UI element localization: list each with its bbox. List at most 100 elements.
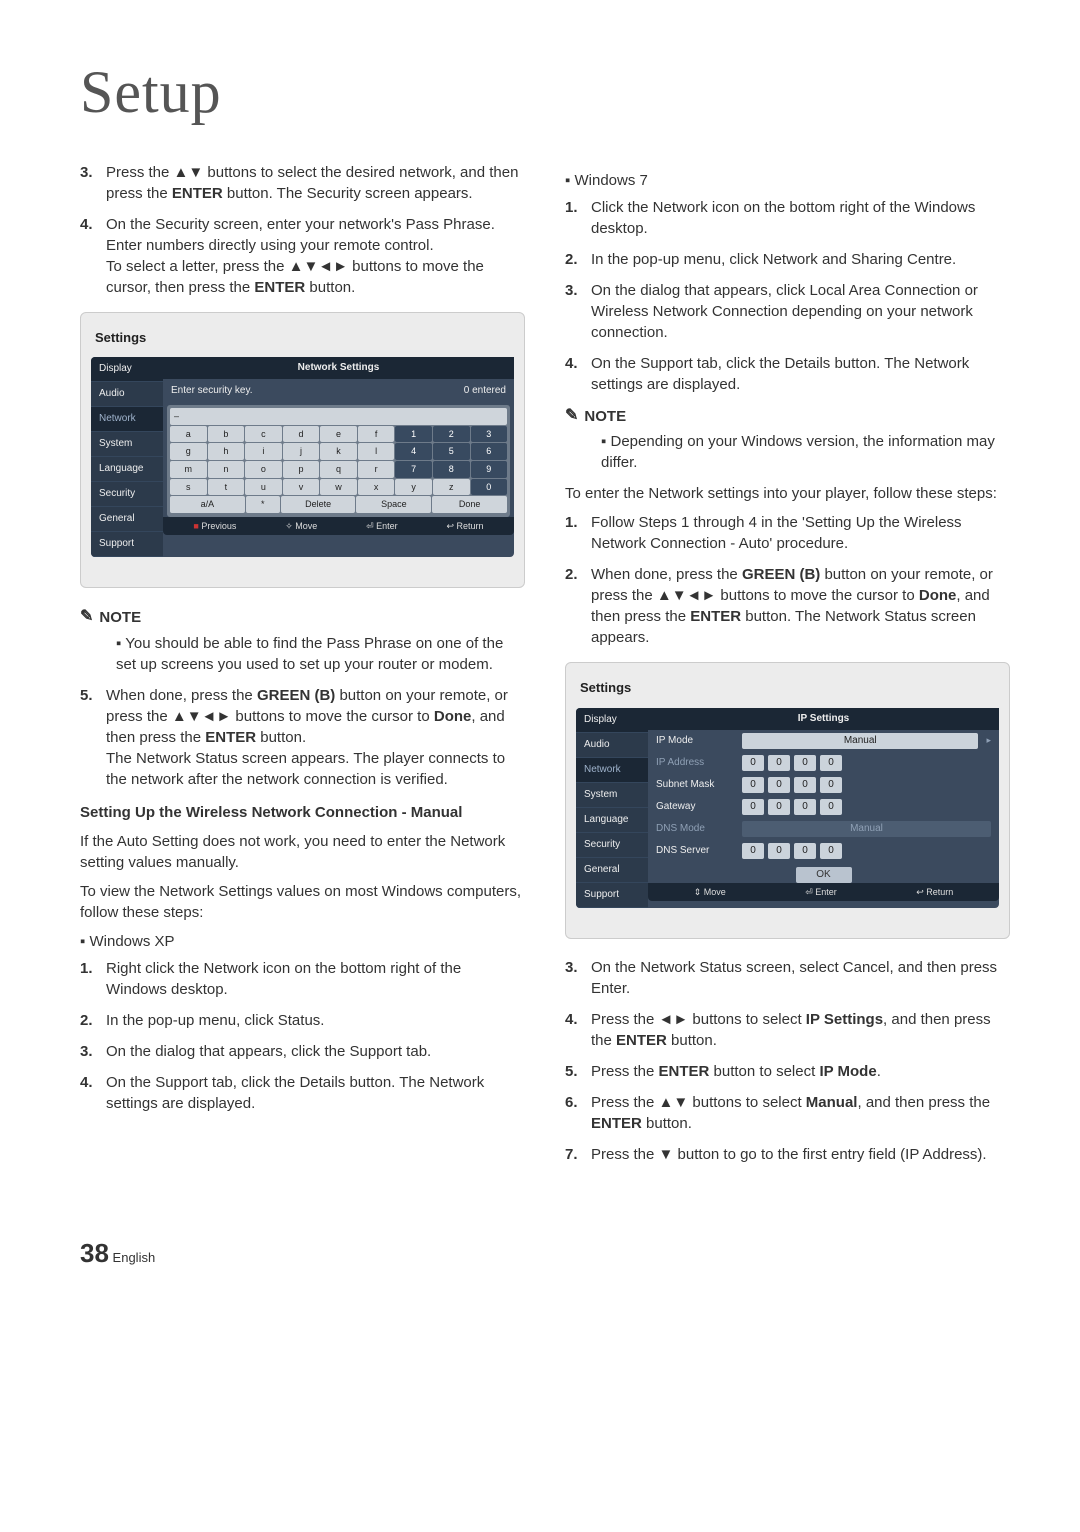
sidebar-item-audio[interactable]: Audio <box>91 382 163 407</box>
key-n[interactable]: n <box>208 461 245 478</box>
step-text: Press the ▲▼ buttons to select Manual, a… <box>591 1092 1010 1134</box>
key-t[interactable]: t <box>208 479 245 496</box>
dns-server-label: DNS Server <box>656 844 734 858</box>
os-heading: Windows 7 <box>565 170 1010 191</box>
dns-mode-value[interactable]: Manual <box>742 821 991 837</box>
settings-content: IP Settings IP Mode Manual ▸ IP Address … <box>648 708 999 908</box>
step-num: 4. <box>80 214 106 298</box>
section-subhead: Setting Up the Wireless Network Connecti… <box>80 802 525 823</box>
key-0[interactable]: 0 <box>471 479 508 496</box>
ip-mode-value[interactable]: Manual <box>742 733 978 749</box>
key-1[interactable]: 1 <box>395 426 432 443</box>
key-k[interactable]: k <box>320 443 357 460</box>
subnet-mask-boxes[interactable]: 0 0 0 0 <box>742 777 991 793</box>
key-s[interactable]: s <box>170 479 207 496</box>
sidebar-item-language[interactable]: Language <box>576 808 648 833</box>
step-text: On the dialog that appears, click Local … <box>591 280 1010 343</box>
gateway-label: Gateway <box>656 800 734 814</box>
key-space[interactable]: Space <box>356 496 431 513</box>
key-g[interactable]: g <box>170 443 207 460</box>
key-w[interactable]: w <box>320 479 357 496</box>
sidebar-item-display[interactable]: Display <box>576 708 648 733</box>
step-text: Press the ◄► buttons to select IP Settin… <box>591 1009 1010 1051</box>
key-q[interactable]: q <box>320 461 357 478</box>
note-item: You should be able to find the Pass Phra… <box>116 633 525 675</box>
key-e[interactable]: e <box>320 426 357 443</box>
action-enter: Enter <box>805 886 837 899</box>
key-delete[interactable]: Delete <box>281 496 356 513</box>
ip-mode-label: IP Mode <box>656 734 734 748</box>
sidebar-item-language[interactable]: Language <box>91 457 163 482</box>
sidebar-item-support[interactable]: Support <box>576 883 648 908</box>
key-h[interactable]: h <box>208 443 245 460</box>
content-header: IP Settings <box>648 708 999 730</box>
key-7[interactable]: 7 <box>395 461 432 478</box>
ok-button[interactable]: OK <box>796 867 852 883</box>
dns-server-boxes[interactable]: 0 0 0 0 <box>742 843 991 859</box>
sidebar-item-audio[interactable]: Audio <box>576 733 648 758</box>
key-3[interactable]: 3 <box>471 426 508 443</box>
sidebar-item-support[interactable]: Support <box>91 532 163 557</box>
key-o[interactable]: o <box>245 461 282 478</box>
ip-address-boxes[interactable]: 0 0 0 0 <box>742 755 991 771</box>
content-header: Network Settings <box>163 357 514 379</box>
key-sym[interactable]: * <box>246 496 280 513</box>
key-d[interactable]: d <box>283 426 320 443</box>
step-text: On the Support tab, click the Details bu… <box>591 353 1010 395</box>
key-2[interactable]: 2 <box>433 426 470 443</box>
key-a[interactable]: a <box>170 426 207 443</box>
step-text: On the Network Status screen, select Can… <box>591 957 1010 999</box>
key-l[interactable]: l <box>358 443 395 460</box>
sidebar-item-system[interactable]: System <box>91 432 163 457</box>
note-heading: ✎ NOTE <box>565 405 1010 427</box>
step-text: Press the ▲▼ buttons to select the desir… <box>106 162 525 204</box>
key-5[interactable]: 5 <box>433 443 470 460</box>
action-return: Return <box>916 886 953 899</box>
action-enter: Enter <box>366 520 398 533</box>
key-y[interactable]: y <box>395 479 432 496</box>
key-z[interactable]: z <box>433 479 470 496</box>
sidebar-item-security[interactable]: Security <box>91 482 163 507</box>
key-p[interactable]: p <box>283 461 320 478</box>
action-move: ⇕ Move <box>694 886 726 899</box>
key-v[interactable]: v <box>283 479 320 496</box>
key-b[interactable]: b <box>208 426 245 443</box>
key-f[interactable]: f <box>358 426 395 443</box>
key-case[interactable]: a/A <box>170 496 245 513</box>
note-icon: ✎ <box>565 405 578 427</box>
sidebar-item-network[interactable]: Network <box>576 758 648 783</box>
key-c[interactable]: c <box>245 426 282 443</box>
key-u[interactable]: u <box>245 479 282 496</box>
key-4[interactable]: 4 <box>395 443 432 460</box>
key-r[interactable]: r <box>358 461 395 478</box>
action-move: ✧ Move <box>285 520 317 533</box>
key-x[interactable]: x <box>358 479 395 496</box>
chevron-right-icon: ▸ <box>986 734 991 747</box>
key-dash[interactable]: – <box>170 408 507 425</box>
key-i[interactable]: i <box>245 443 282 460</box>
step-text: Press the ENTER button to select IP Mode… <box>591 1061 881 1082</box>
sidebar-item-general[interactable]: General <box>91 507 163 532</box>
sidebar-item-system[interactable]: System <box>576 783 648 808</box>
gateway-boxes[interactable]: 0 0 0 0 <box>742 799 991 815</box>
os-heading: Windows XP <box>80 931 525 952</box>
action-previous: Previous <box>193 520 236 533</box>
sidebar-item-display[interactable]: Display <box>91 357 163 382</box>
action-return: Return <box>446 520 483 533</box>
key-6[interactable]: 6 <box>471 443 508 460</box>
paragraph: To view the Network Settings values on m… <box>80 881 525 923</box>
key-m[interactable]: m <box>170 461 207 478</box>
sidebar-item-general[interactable]: General <box>576 858 648 883</box>
key-8[interactable]: 8 <box>433 461 470 478</box>
settings-sidebar: Display Audio Network System Language Se… <box>576 708 648 908</box>
onscreen-keyboard: – a b c d e f 1 2 3 g <box>167 405 510 517</box>
note-item: Depending on your Windows version, the i… <box>601 431 1010 473</box>
sidebar-item-security[interactable]: Security <box>576 833 648 858</box>
sidebar-item-network[interactable]: Network <box>91 407 163 432</box>
page-number: 38 <box>80 1238 109 1268</box>
action-bar: ⇕ Move Enter Return <box>648 883 999 902</box>
key-9[interactable]: 9 <box>471 461 508 478</box>
key-done[interactable]: Done <box>432 496 507 513</box>
settings-content: Network Settings Enter security key. 0 e… <box>163 357 514 557</box>
key-j[interactable]: j <box>283 443 320 460</box>
